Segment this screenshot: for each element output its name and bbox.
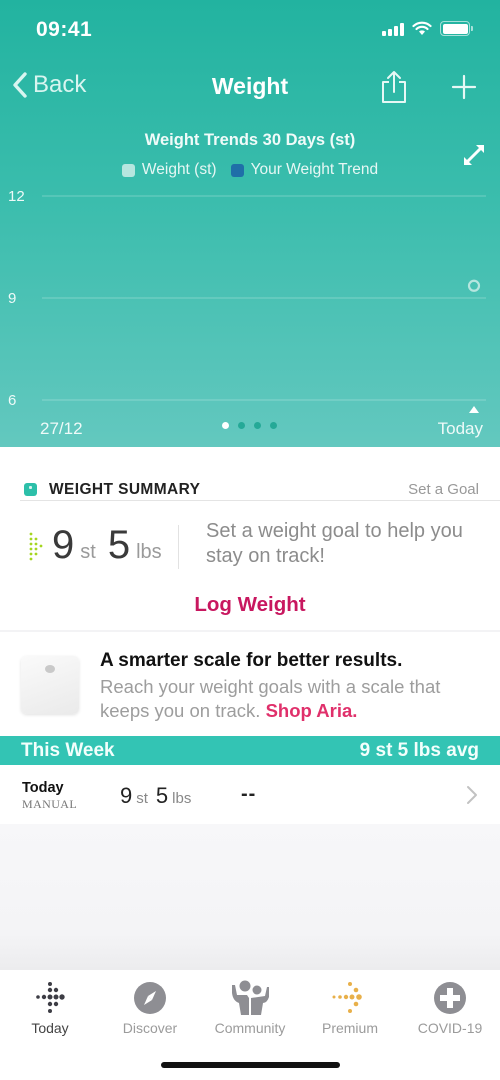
shop-aria-link[interactable]: Shop Aria. <box>266 700 358 721</box>
cellular-signal-icon <box>382 22 404 36</box>
goal-message: Set a weight goal to help you stay on tr… <box>206 520 463 567</box>
medical-cross-icon <box>434 982 466 1014</box>
log-weight-button[interactable]: Log Weight <box>0 593 500 617</box>
tab-covid-19[interactable]: COVID-19 <box>400 980 500 1036</box>
plus-icon <box>451 74 477 100</box>
entry-pounds-value: 5 <box>155 783 169 808</box>
share-button[interactable] <box>380 70 408 109</box>
tab-premium[interactable]: Premium <box>300 980 400 1036</box>
weight-log-row[interactable]: Today MANUAL 9 st 5 lbs -- <box>0 765 500 824</box>
status-time: 09:41 <box>36 18 93 41</box>
x-tick-label: Today <box>438 419 484 438</box>
this-week-header: This Week 9 st 5 lbs avg <box>0 736 500 765</box>
vertical-divider <box>178 525 179 569</box>
fitbit-logo-icon <box>36 982 65 1013</box>
y-tick-label: 9 <box>8 290 16 307</box>
scale-icon <box>24 483 37 496</box>
summary-header: WEIGHT SUMMARY Set a Goal <box>20 481 500 501</box>
status-icons <box>382 21 473 36</box>
scale-dial <box>45 665 55 673</box>
premium-icon <box>332 982 362 1013</box>
chart-legend: Weight (st) Your Weight Trend <box>0 161 500 179</box>
fitbit-dots-icon <box>29 532 43 560</box>
legend-swatch-trend <box>230 163 244 177</box>
aria-promo-card: A smarter scale for better results. Reac… <box>0 632 500 736</box>
legend-label-weight: Weight (st) <box>141 161 217 178</box>
legend-label-trend: Your Weight Trend <box>250 161 379 178</box>
promo-title: A smarter scale for better results. <box>100 650 403 671</box>
tab-label: Premium <box>321 1020 378 1036</box>
promo-body: Reach your weight goals with a scale tha… <box>100 675 490 723</box>
page-dot-3[interactable] <box>254 422 261 429</box>
empty-list-area <box>0 824 500 970</box>
aria-scale-image[interactable] <box>21 656 79 714</box>
tab-label: COVID-19 <box>417 1020 483 1036</box>
tab-discover[interactable]: Discover <box>100 980 200 1036</box>
page-dot-2[interactable] <box>238 422 245 429</box>
entry-source: MANUAL <box>22 797 78 811</box>
set-goal-link[interactable]: Set a Goal <box>408 481 479 498</box>
share-icon <box>382 71 406 103</box>
weight-stones-unit: st <box>80 541 96 563</box>
week-average: 9 st 5 lbs avg <box>359 740 479 761</box>
entry-stones-value: 9 <box>120 783 133 808</box>
tab-label: Discover <box>122 1020 178 1036</box>
expand-icon <box>464 145 484 165</box>
data-point <box>467 279 481 292</box>
expand-chart-button[interactable] <box>462 143 486 172</box>
battery-icon <box>440 21 473 36</box>
compass-icon <box>134 982 166 1014</box>
back-label: Back <box>33 71 87 98</box>
divider <box>20 500 500 501</box>
legend-item-weight: Weight (st) <box>121 161 217 179</box>
x-tick-label: 27/12 <box>40 419 83 438</box>
weight-summary-card: WEIGHT SUMMARY Set a Goal 9 st 5 lbs Set… <box>0 447 500 630</box>
entry-day: Today <box>22 780 64 796</box>
chevron-right-icon <box>467 786 477 804</box>
y-tick-label: 6 <box>8 392 16 409</box>
chart-page-indicator[interactable] <box>222 422 277 429</box>
entry-pounds-unit: lbs <box>172 790 192 807</box>
entry-secondary-value: -- <box>241 783 257 805</box>
header-chart-area: 09:41 Back Weight Weight Trends 30 Days … <box>0 0 500 447</box>
legend-swatch-weight <box>121 163 135 177</box>
chart-title: Weight Trends 30 Days (st) <box>144 131 356 149</box>
week-label: This Week <box>21 740 115 761</box>
page-dot-1[interactable] <box>222 422 229 429</box>
weight-stones-value: 9 <box>52 523 75 567</box>
back-button[interactable]: Back <box>10 70 86 100</box>
weight-pounds-unit: lbs <box>136 541 162 563</box>
community-icon <box>232 980 269 1015</box>
y-tick-label: 12 <box>8 188 25 205</box>
weight-chart[interactable]: 12 9 6 27/12 Today <box>0 180 500 447</box>
current-weight: 9 st 5 lbs <box>28 523 174 568</box>
weight-pounds-value: 5 <box>107 523 131 567</box>
summary-title: WEIGHT SUMMARY <box>49 481 201 498</box>
today-marker-icon <box>469 406 479 413</box>
wifi-icon <box>412 21 432 35</box>
legend-item-trend: Your Weight Trend <box>230 161 379 179</box>
tab-today[interactable]: Today <box>0 980 100 1036</box>
home-indicator[interactable] <box>161 1062 340 1068</box>
add-button[interactable] <box>450 73 478 106</box>
chevron-left-icon <box>13 72 27 98</box>
tab-community[interactable]: Community <box>200 980 300 1036</box>
page-dot-4[interactable] <box>270 422 277 429</box>
entry-weight: 9 st 5 lbs <box>120 783 199 809</box>
entry-stones-unit: st <box>136 790 148 807</box>
tab-label: Community <box>214 1020 286 1036</box>
tab-label: Today <box>31 1020 69 1036</box>
